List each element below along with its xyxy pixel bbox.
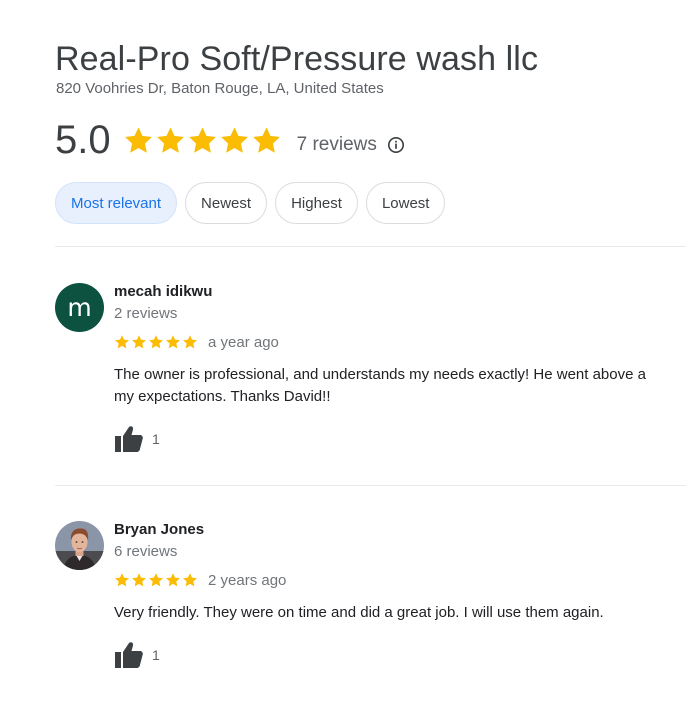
star-icon xyxy=(165,572,181,588)
reviews-page: Real-Pro Soft/Pressure wash llc 820 Vooh… xyxy=(0,0,686,717)
star-icon xyxy=(114,572,130,588)
review-count[interactable]: 7 reviews xyxy=(297,134,377,156)
like-count: 1 xyxy=(152,647,160,663)
review-body: Bryan Jones 6 reviews 2 years ago Very f… xyxy=(114,521,686,670)
star-icon xyxy=(182,334,198,350)
star-icon xyxy=(251,125,282,156)
star-icon xyxy=(148,334,164,350)
profile-photo xyxy=(55,521,104,570)
star-icon xyxy=(148,572,164,588)
rating-summary: 5.0 7 reviews xyxy=(55,116,405,164)
star-icon xyxy=(131,334,147,350)
star-icon xyxy=(114,334,130,350)
reviewer-review-count: 6 reviews xyxy=(114,543,178,560)
like-count: 1 xyxy=(152,431,160,447)
star-icon xyxy=(187,125,218,156)
avatar[interactable] xyxy=(55,521,104,570)
review-meta: 2 years ago xyxy=(114,571,686,589)
reviewer-name[interactable]: Bryan Jones xyxy=(114,521,686,539)
thumbs-up-icon[interactable] xyxy=(114,641,144,669)
filter-newest[interactable]: Newest xyxy=(185,182,268,224)
star-icon xyxy=(219,125,250,156)
divider xyxy=(55,246,686,247)
filter-most-relevant[interactable]: Most relevant xyxy=(55,182,178,224)
review-stars xyxy=(114,334,199,350)
star-icon xyxy=(131,572,147,588)
review-meta: a year ago xyxy=(114,333,686,351)
business-address: 820 Voohries Dr, Baton Rouge, LA, United… xyxy=(56,80,384,97)
star-icon xyxy=(155,125,186,156)
rating-stars xyxy=(123,125,283,156)
star-icon xyxy=(182,572,198,588)
rating-score: 5.0 xyxy=(55,118,111,162)
like-section: 1 xyxy=(114,424,686,454)
review-time: 2 years ago xyxy=(208,571,287,589)
review-text: Very friendly. They were on time and did… xyxy=(114,604,604,621)
filter-lowest[interactable]: Lowest xyxy=(365,182,446,224)
review-text: The owner is professional, and understan… xyxy=(114,366,646,405)
review-time: a year ago xyxy=(208,333,279,351)
thumbs-up-icon[interactable] xyxy=(114,425,144,453)
business-name: Real-Pro Soft/Pressure wash llc xyxy=(55,40,539,78)
like-section: 1 xyxy=(114,640,686,670)
info-icon[interactable] xyxy=(387,136,405,154)
reviewer-name[interactable]: mecah idikwu xyxy=(114,283,686,301)
avatar[interactable]: m xyxy=(55,283,104,332)
review-stars xyxy=(114,572,199,588)
star-icon xyxy=(123,125,154,156)
divider xyxy=(55,485,686,486)
reviewer-review-count: 2 reviews xyxy=(114,305,178,322)
filter-highest[interactable]: Highest xyxy=(275,182,358,224)
star-icon xyxy=(165,334,181,350)
sort-filter-chips: Most relevant Newest Highest Lowest xyxy=(55,182,453,224)
review-body: mecah idikwu 2 reviews a year ago The ow… xyxy=(114,283,686,454)
